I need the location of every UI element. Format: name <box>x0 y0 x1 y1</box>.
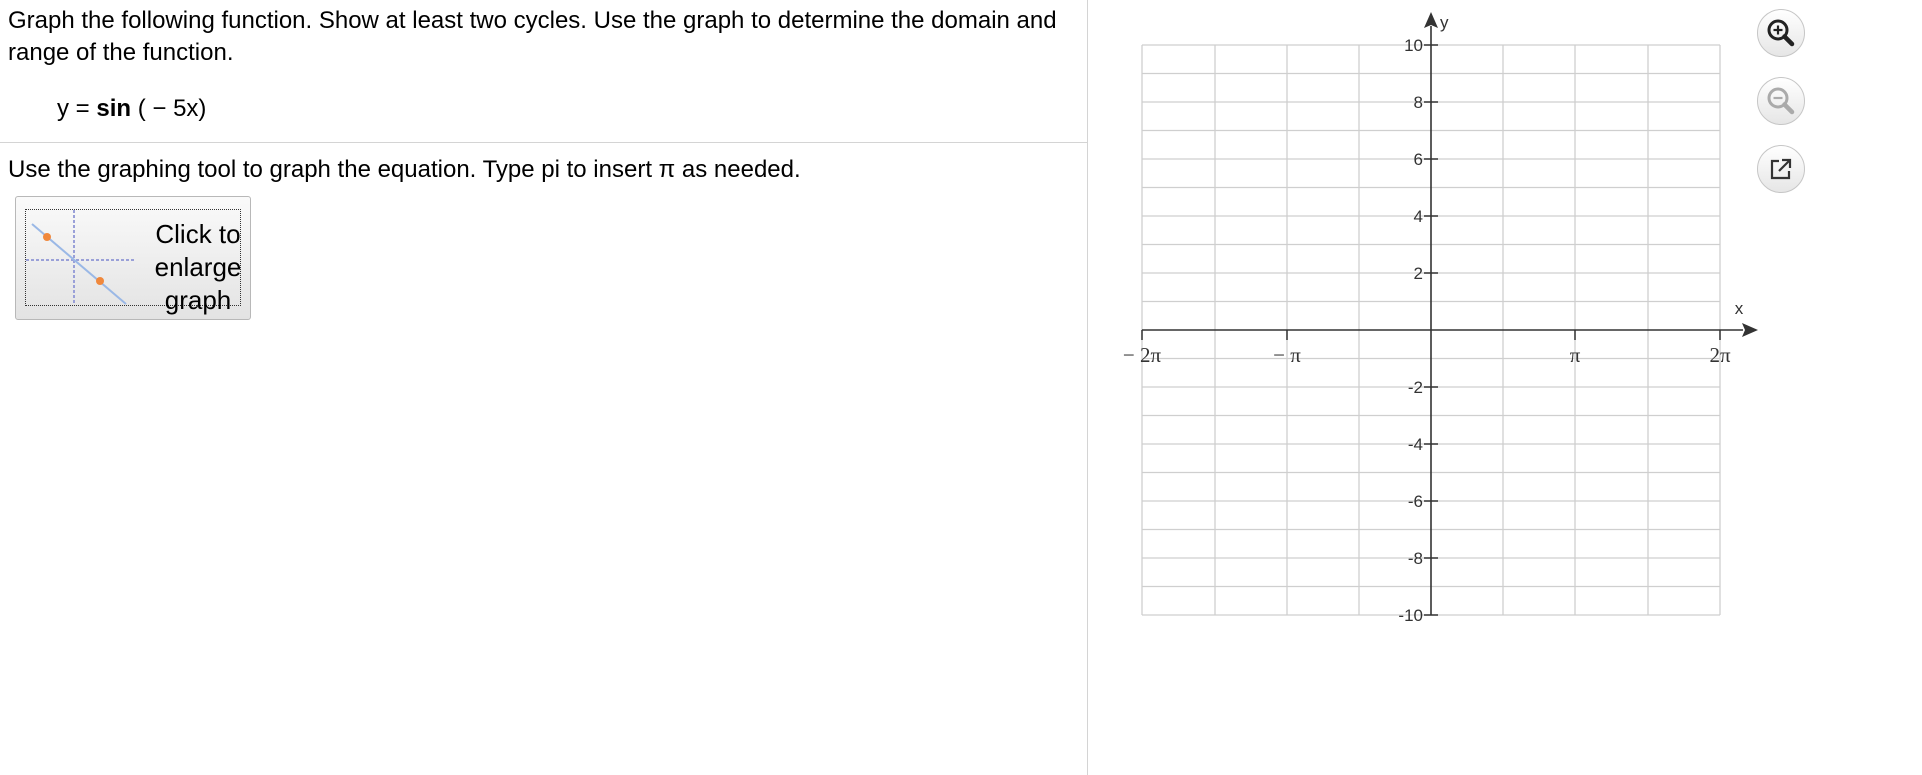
x-axis-label: x <box>1735 299 1744 318</box>
y-tick-label: -8 <box>1408 549 1423 568</box>
popout-icon <box>1770 158 1792 180</box>
x-axis <box>1141 323 1758 340</box>
y-axis-label: y <box>1440 13 1449 32</box>
x-tick-label: π <box>1570 343 1581 367</box>
graphing-area[interactable]: x y − 2π − π π 2π 10 8 6 4 2 -2 -4 -6 -8… <box>1088 0 1768 775</box>
zoom-out-button[interactable] <box>1757 77 1805 125</box>
x-tick-label: 2π <box>1709 343 1731 367</box>
y-tick-label: 4 <box>1414 207 1423 226</box>
y-tick-label: -10 <box>1398 606 1423 625</box>
enlarge-button-label: Click to enlarge graph <box>138 218 258 317</box>
section-divider <box>0 142 1088 143</box>
x-tick-label: − 2π <box>1123 343 1162 367</box>
y-tick-label: 6 <box>1414 150 1423 169</box>
enlarge-label-line-3: graph <box>164 285 232 315</box>
graph-thumbnail-icon <box>26 210 134 305</box>
question-text: Graph the following function. Show at le… <box>8 7 1057 66</box>
y-tick-label: 2 <box>1414 264 1423 283</box>
y-tick-label: -6 <box>1408 492 1423 511</box>
zoom-in-button[interactable] <box>1757 9 1805 57</box>
y-tick-label: -4 <box>1408 435 1423 454</box>
enlarge-label-line-2: enlarge <box>154 252 242 282</box>
equation-prefix: y = <box>57 95 90 122</box>
enlarge-button-focus-ring: Click to enlarge graph <box>25 209 241 315</box>
question-pane: Graph the following function. Show at le… <box>0 0 1088 775</box>
instruction-text: Use the graphing tool to graph the equat… <box>8 156 801 183</box>
y-tick-label: -2 <box>1408 378 1423 397</box>
zoom-in-icon <box>1767 19 1795 47</box>
popout-button[interactable] <box>1757 145 1805 193</box>
x-tick-labels: − 2π − π π 2π <box>1123 343 1731 367</box>
y-axis <box>1424 12 1438 616</box>
y-tick-label: 10 <box>1404 36 1423 55</box>
x-tick-label: − π <box>1273 343 1301 367</box>
zoom-out-icon <box>1767 87 1795 115</box>
enlarge-label-line-1: Click to <box>155 219 241 249</box>
y-tick-label: 8 <box>1414 93 1423 112</box>
function-equation: y = sin ( − 5x) <box>57 92 206 126</box>
equation-function: sin <box>96 95 132 122</box>
enlarge-graph-button[interactable]: Click to enlarge graph <box>15 196 251 320</box>
equation-argument: ( − 5x) <box>137 95 207 122</box>
